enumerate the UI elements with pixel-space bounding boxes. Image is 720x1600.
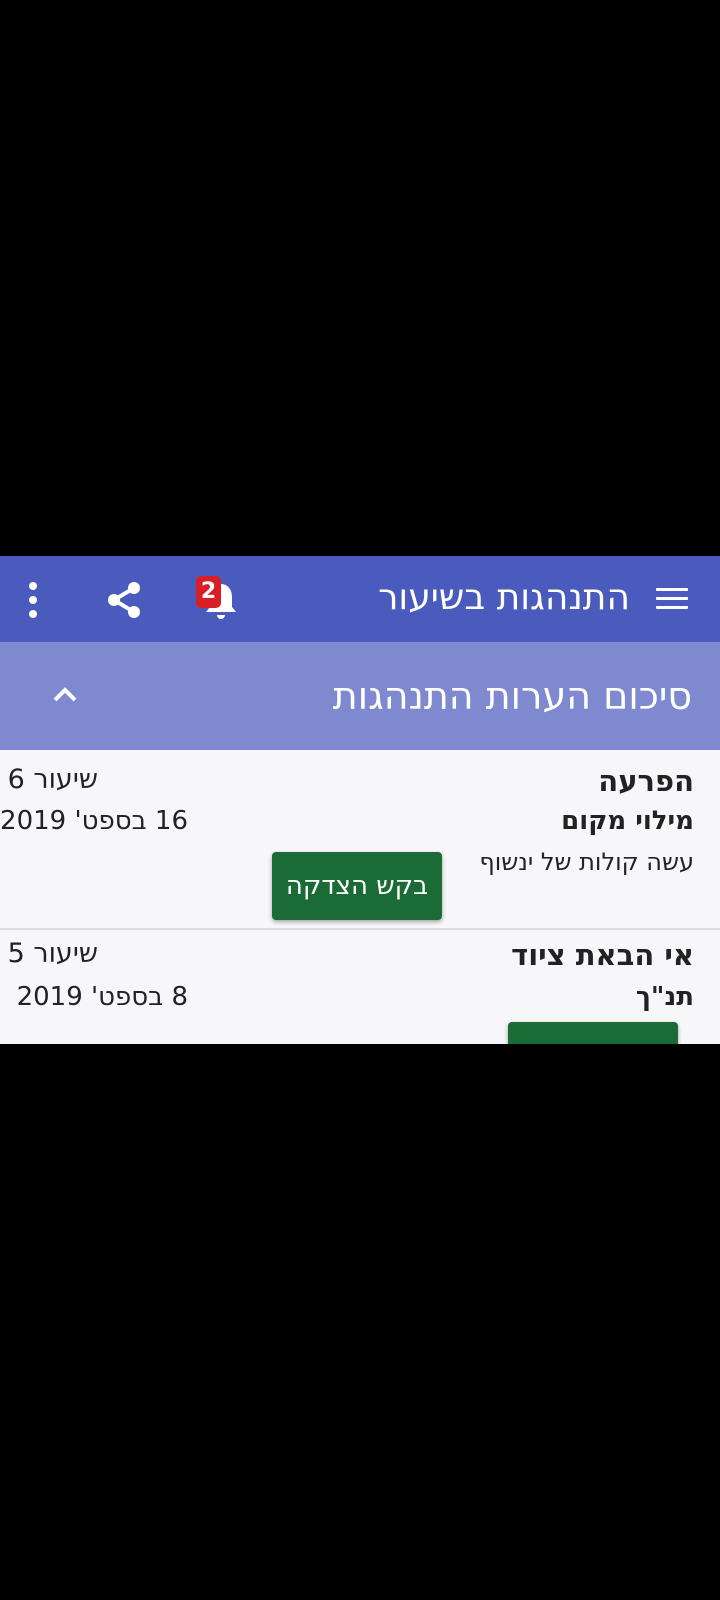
behavior-record-card: הפרעה שיעור 6 מילוי מקום 16 בספט' 2019 ע…	[0, 750, 720, 930]
request-justification-button[interactable]: בקש הצדקה	[272, 852, 442, 920]
app-bar: התנהגות בשיעור 2	[0, 556, 720, 642]
record-type: אי הבאת ציוד	[511, 938, 694, 972]
behavior-record-card: אי הבאת ציוד שיעור 5 תנ"ך 8 בספט' 2019	[0, 930, 720, 1044]
request-justification-button[interactable]	[508, 1022, 678, 1044]
record-date: 8 בספט' 2019	[16, 982, 188, 1012]
summary-section-header[interactable]: סיכום הערות התנהגות	[0, 642, 720, 750]
share-icon[interactable]	[102, 578, 146, 622]
app-bar-title: התנהגות בשיעור	[378, 577, 630, 618]
record-subject: תנ"ך	[635, 982, 694, 1012]
record-lesson: שיעור 5	[7, 938, 98, 969]
record-subject: מילוי מקום	[561, 806, 694, 836]
record-date: 16 בספט' 2019	[0, 806, 188, 836]
record-lesson: שיעור 6	[7, 764, 98, 795]
menu-icon[interactable]	[652, 581, 692, 617]
chevron-up-icon[interactable]	[50, 680, 80, 710]
record-description: עשה קולות של ינשוף	[479, 848, 694, 876]
notifications-button[interactable]: 2	[196, 576, 246, 626]
record-type: הפרעה	[598, 764, 694, 798]
app-screen: התנהגות בשיעור 2 סיכום הערות התנהגות הפר…	[0, 556, 720, 1044]
more-vert-icon[interactable]	[22, 578, 44, 622]
section-title: סיכום הערות התנהגות	[332, 674, 692, 718]
notification-badge: 2	[196, 576, 221, 608]
